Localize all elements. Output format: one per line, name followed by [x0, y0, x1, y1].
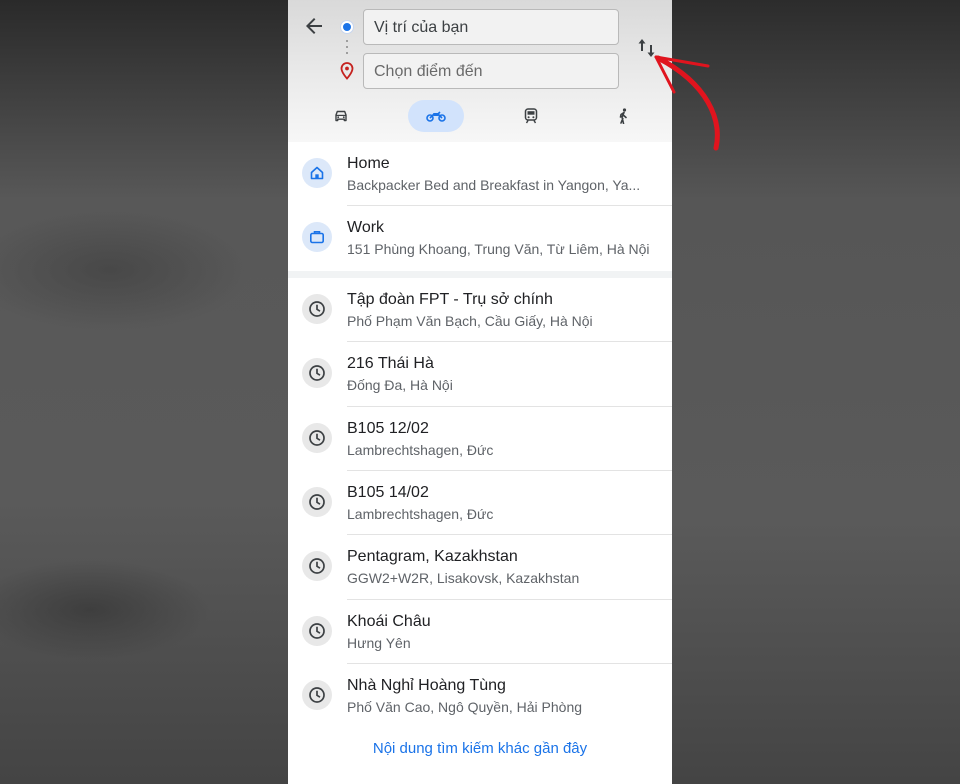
place-subtitle: Phố Phạm Văn Bạch, Cầu Giấy, Hà Nội [347, 312, 593, 329]
history-icon [302, 551, 332, 582]
place-title: Tập đoàn FPT - Trụ sở chính [347, 290, 553, 308]
destination-field[interactable]: Chọn điểm đến [363, 53, 619, 89]
directions-screen: Vị trí của bạn Chọn điểm đến Home Backpa… [288, 0, 672, 784]
place-subtitle: Backpacker Bed and Breakfast in Yangon, … [347, 177, 641, 193]
origin-field[interactable]: Vị trí của bạn [363, 9, 619, 45]
motorcycle-icon [426, 111, 446, 122]
place-title: B105 14/02 [347, 483, 429, 501]
history-icon [302, 293, 332, 324]
home-icon [302, 158, 332, 188]
mode-car[interactable] [326, 100, 356, 132]
list-item[interactable]: 216 Thái Hà Đống Đa, Hà Nội [288, 342, 672, 407]
travel-mode-bar [288, 100, 672, 132]
list-item-work[interactable]: Work 151 Phùng Khoang, Trung Văn, Từ Liê… [288, 206, 672, 270]
place-title: Khoái Châu [347, 612, 431, 630]
directions-header: Vị trí của bạn Chọn điểm đến [288, 0, 672, 142]
list-item-home[interactable]: Home Backpacker Bed and Breakfast in Yan… [288, 142, 672, 207]
list-item[interactable]: B105 12/02 Lambrechtshagen, Đức [288, 407, 672, 471]
back-arrow-icon [306, 18, 322, 34]
list-item[interactable]: Nhà Nghỉ Hoàng Tùng Phố Văn Cao, Ngô Quy… [288, 664, 672, 728]
place-title: Work [347, 219, 385, 237]
destination-pin-icon [339, 62, 355, 80]
train-icon [524, 108, 538, 124]
walking-icon [619, 108, 627, 124]
list-item[interactable]: B105 14/02 Lambrechtshagen, Đức [288, 471, 672, 536]
place-title: 216 Thái Hà [347, 355, 434, 373]
place-subtitle: Hưng Yên [347, 634, 411, 651]
mode-motorbike[interactable] [408, 100, 464, 132]
place-title: B105 12/02 [347, 419, 429, 437]
origin-dot-icon [341, 21, 353, 33]
history-icon [302, 615, 332, 646]
place-subtitle: Đống Đa, Hà Nội [347, 377, 453, 394]
mode-transit[interactable] [516, 100, 546, 132]
back-button[interactable] [302, 14, 326, 38]
history-icon [302, 422, 332, 453]
history-icon [302, 680, 332, 711]
place-title: Nhà Nghỉ Hoàng Tùng [347, 677, 506, 695]
history-icon [302, 358, 332, 389]
list-item[interactable]: Khoái Châu Hưng Yên [288, 600, 672, 665]
place-subtitle: Lambrechtshagen, Đức [347, 505, 494, 522]
mode-walk[interactable] [609, 100, 639, 132]
list-item[interactable]: Tập đoàn FPT - Trụ sở chính Phố Phạm Văn… [288, 278, 672, 343]
place-subtitle: Lambrechtshagen, Đức [347, 441, 494, 458]
place-subtitle: Phố Văn Cao, Ngô Quyền, Hải Phòng [347, 699, 583, 716]
history-icon [302, 486, 332, 517]
list-item[interactable]: Pentagram, Kazakhstan GGW2+W2R, Lisakovs… [288, 535, 672, 600]
annotation-arrow-icon [654, 55, 720, 151]
place-subtitle: GGW2+W2R, Lisakovsk, Kazakhstan [347, 570, 580, 587]
place-subtitle: 151 Phùng Khoang, Trung Văn, Từ Liêm, Hà… [347, 241, 650, 258]
briefcase-icon [302, 222, 332, 253]
place-title: Pentagram, Kazakhstan [347, 548, 518, 566]
section-separator [288, 270, 672, 278]
route-dots [346, 40, 348, 58]
place-title: Home [347, 155, 390, 172]
car-icon [335, 110, 347, 122]
more-recent-searches-link[interactable]: Nội dung tìm kiếm khác gần đây [288, 740, 672, 757]
suggestions-list: Home Backpacker Bed and Breakfast in Yan… [288, 142, 672, 729]
